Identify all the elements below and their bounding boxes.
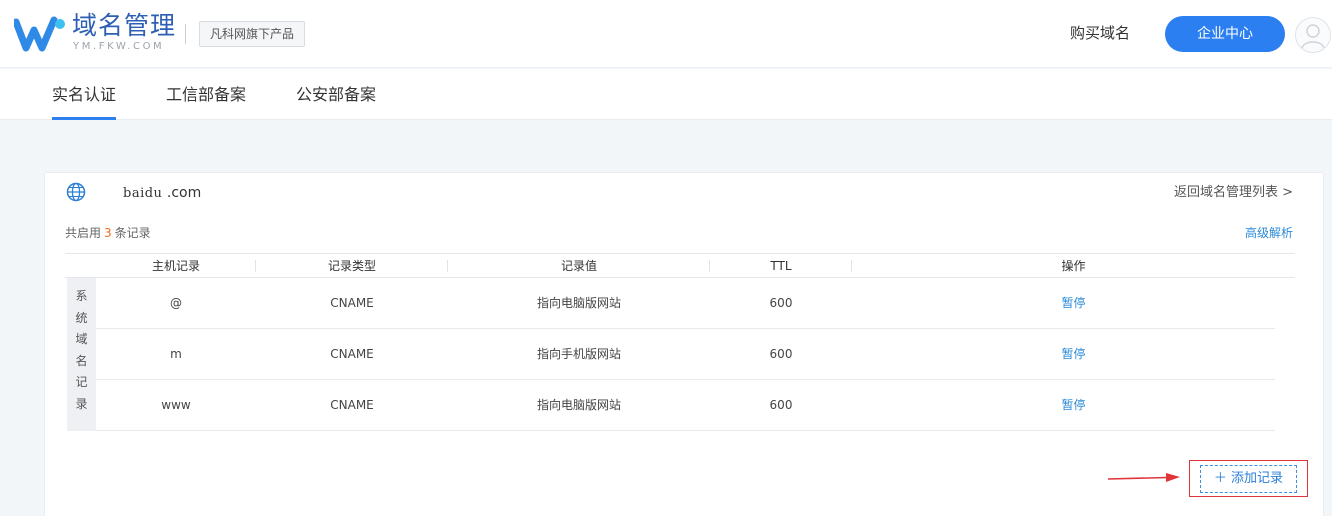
tab-miit-filing[interactable]: 工信部备案 — [166, 69, 246, 120]
table-header: 主机记录 记录类型 记录值 TTL 操作 — [65, 253, 1295, 278]
user-icon — [1301, 24, 1325, 49]
cell-ttl: 600 — [769, 347, 793, 361]
column-header-type: 记录类型 — [327, 259, 376, 273]
cell-value: 指向手机版网站 — [536, 347, 621, 361]
cell-ttl: 600 — [769, 296, 793, 310]
cell-type: CNAME — [330, 398, 374, 412]
side-label-char: 域 — [75, 332, 88, 346]
column-header-ttl: TTL — [770, 259, 792, 273]
brand-tag: 凡科网旗下产品 — [199, 21, 306, 47]
avatar[interactable] — [1295, 17, 1331, 53]
pause-button[interactable]: 暂停 — [852, 380, 1295, 430]
count-value: 3 — [104, 226, 112, 240]
top-header: 域名管理 YM.FKW.COM 凡科网旗下产品 购买域名 企业中心 — [0, 0, 1332, 68]
logo-divider — [185, 24, 186, 44]
globe-icon — [66, 182, 86, 202]
cell-ttl: 600 — [769, 398, 793, 412]
pause-button[interactable]: 暂停 — [852, 329, 1295, 379]
cell-host: @ — [170, 296, 182, 310]
tab-real-name[interactable]: 实名认证 — [52, 69, 117, 120]
cell-value: 指向电脑版网站 — [536, 296, 621, 310]
tab-police-filing[interactable]: 公安部备案 — [296, 69, 376, 120]
table-row: @ CNAME 指向电脑版网站 600 暂停 — [96, 278, 1275, 329]
dns-record-card: baidu .com 返回域名管理列表 > 共启用 3 条记录 高级解析 主机记录 … — [44, 172, 1324, 516]
side-label-char: 记 — [75, 375, 88, 389]
system-record-label: 系 统 域 名 记 录 — [67, 278, 96, 431]
buy-domain-link[interactable]: 购买域名 — [1070, 22, 1130, 44]
back-to-domain-list-link[interactable]: 返回域名管理列表 > — [1174, 183, 1293, 203]
cell-host: www — [161, 398, 191, 412]
table-row: www CNAME 指向电脑版网站 600 暂停 — [96, 380, 1275, 431]
add-record-button[interactable]: ＋ 添加记录 — [1200, 465, 1297, 493]
app-subtitle: YM.FKW.COM — [73, 41, 165, 52]
tab-bar: 实名认证 工信部备案 公安部备案 — [0, 69, 1332, 120]
side-label-char: 统 — [75, 310, 88, 325]
count-prefix: 共启用 — [65, 226, 102, 240]
count-suffix: 条记录 — [114, 226, 151, 240]
side-label-char: 录 — [75, 396, 88, 411]
domain-prefix: baidu — [123, 186, 163, 201]
side-label-char: 系 — [75, 289, 88, 303]
app-title: 域名管理 — [72, 11, 177, 40]
domain-name: baidu .com — [123, 183, 201, 204]
column-header-action: 操作 — [1061, 259, 1086, 273]
table-row: m CNAME 指向手机版网站 600 暂停 — [96, 329, 1275, 380]
domain-suffix: .com — [162, 185, 202, 201]
record-count: 共启用 3 条记录 — [65, 224, 151, 242]
pause-button[interactable]: 暂停 — [852, 278, 1295, 328]
logo-w-icon — [14, 16, 65, 52]
corporate-center-button[interactable]: 企业中心 — [1165, 16, 1285, 52]
cell-host: m — [170, 347, 182, 361]
column-header-host: 主机记录 — [151, 259, 200, 273]
side-label-char: 名 — [75, 353, 88, 368]
advanced-resolve-link[interactable]: 高级解析 — [1245, 224, 1293, 242]
cell-value: 指向电脑版网站 — [536, 398, 621, 412]
cell-type: CNAME — [330, 347, 374, 361]
column-header-value: 记录值 — [560, 259, 597, 273]
add-record-highlight: ＋ 添加记录 — [1189, 460, 1308, 497]
cell-type: CNAME — [330, 296, 374, 310]
annotation-arrow-icon — [1108, 473, 1180, 482]
